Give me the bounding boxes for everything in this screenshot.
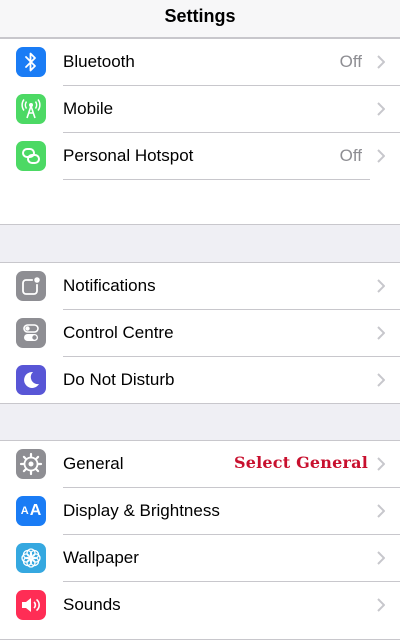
settings-row-mobile[interactable]: Mobile (0, 86, 400, 133)
notifications-icon (16, 271, 46, 301)
row-label: General (63, 454, 124, 473)
flower-icon (16, 543, 46, 573)
row-label: Mobile (63, 99, 114, 118)
chevron-right-icon (377, 55, 385, 69)
notifications-group: Notifications Control Centre Do Not Dist… (0, 262, 400, 404)
row-label: Personal Hotspot (63, 146, 194, 165)
speaker-icon (16, 590, 46, 620)
chevron-right-icon (377, 326, 385, 340)
settings-row-general[interactable]: General Select General (0, 441, 400, 488)
settings-row-control-centre[interactable]: Control Centre (0, 310, 400, 357)
annotation-select-general: Select General (233, 453, 368, 472)
settings-row-bluetooth[interactable]: Bluetooth Off (0, 39, 400, 86)
settings-row-do-not-disturb[interactable]: Do Not Disturb (0, 357, 400, 404)
settings-row-notifications[interactable]: Notifications (0, 263, 400, 310)
settings-row-personal-hotspot[interactable]: Personal Hotspot Off (0, 133, 400, 180)
row-label: Notifications (63, 276, 156, 295)
row-label: Wallpaper (63, 548, 139, 567)
row-label: Sounds (63, 595, 121, 614)
navigation-bar: Settings (0, 0, 400, 38)
row-label: Display & Brightness (63, 501, 220, 520)
row-label: Do Not Disturb (63, 370, 175, 389)
row-label: Bluetooth (63, 52, 135, 71)
gear-icon (16, 449, 46, 479)
bluetooth-icon (16, 47, 46, 77)
settings-row-display-brightness[interactable]: AA Display & Brightness (0, 488, 400, 535)
connectivity-group: Bluetooth Off Mobile Personal Hotspot Of… (0, 38, 400, 225)
settings-row-wallpaper[interactable]: Wallpaper (0, 535, 400, 582)
chevron-right-icon (377, 551, 385, 565)
control-centre-icon (16, 318, 46, 348)
chevron-right-icon (377, 598, 385, 612)
row-value: Off (339, 146, 362, 165)
antenna-icon (16, 94, 46, 124)
chevron-right-icon (377, 373, 385, 387)
row-value: Off (339, 52, 362, 71)
general-group: General Select General AA Display & Brig… (0, 440, 400, 640)
row-label: Control Centre (63, 323, 174, 342)
page-title: Settings (164, 6, 236, 26)
moon-icon (16, 365, 46, 395)
chevron-right-icon (377, 149, 385, 163)
separator (63, 179, 370, 180)
chevron-right-icon (377, 102, 385, 116)
hotspot-icon (16, 141, 46, 171)
chevron-right-icon (377, 504, 385, 518)
chevron-right-icon (377, 279, 385, 293)
settings-row-sounds[interactable]: Sounds (0, 582, 400, 629)
text-size-icon: AA (16, 496, 46, 526)
chevron-right-icon (377, 457, 385, 471)
